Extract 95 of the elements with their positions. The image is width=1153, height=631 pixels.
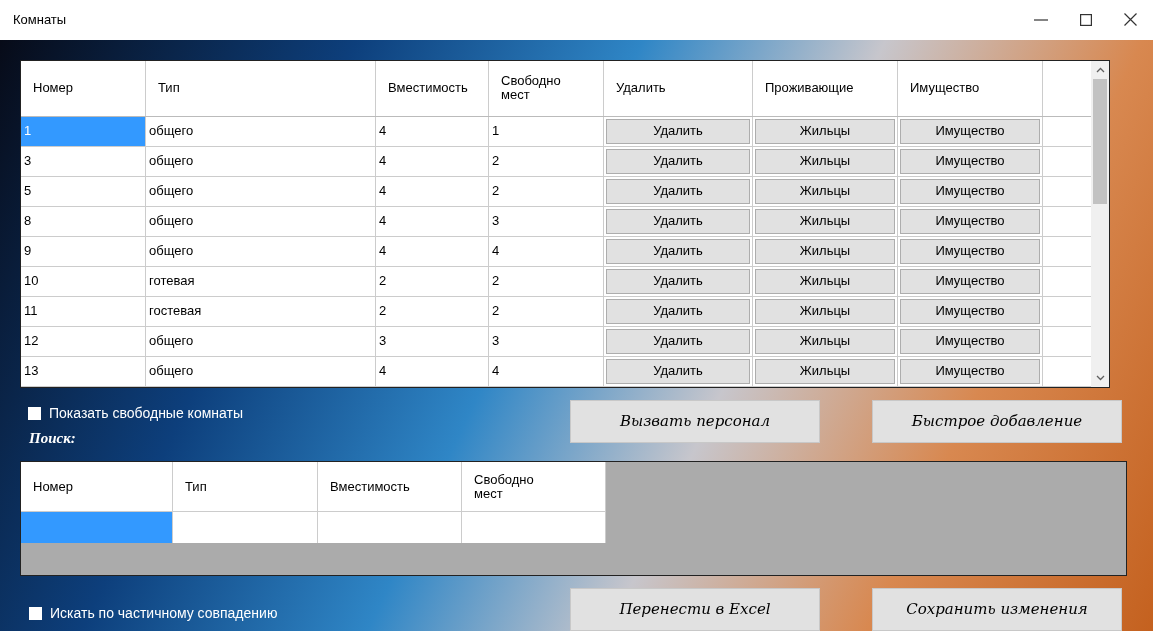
row-button[interactable]: Удалить <box>606 178 750 204</box>
close-icon <box>1124 13 1137 27</box>
minimize-icon <box>1033 18 1048 21</box>
table-cell: 11 <box>21 296 146 326</box>
scroll-up-icon[interactable] <box>1095 66 1105 73</box>
row-button[interactable]: Удалить <box>606 358 750 384</box>
window-title: Комнаты <box>13 11 67 29</box>
table-cell: 2 <box>489 176 604 206</box>
row-button[interactable]: Жильцы <box>755 148 895 174</box>
table-cell: готевая <box>146 266 376 296</box>
table-cell: 4 <box>376 116 489 146</box>
table-cell: 5 <box>21 176 146 206</box>
row-button[interactable]: Удалить <box>606 268 750 294</box>
table-cell: 4 <box>376 146 489 176</box>
row-button[interactable]: Имущество <box>900 358 1040 384</box>
row-button[interactable]: Имущество <box>900 238 1040 264</box>
action-button[interactable]: Сохранить изменения <box>872 588 1122 631</box>
row-button[interactable]: Имущество <box>900 178 1040 204</box>
table-cell: 4 <box>376 206 489 236</box>
column-header: Тип <box>146 60 376 116</box>
row-button[interactable]: Жильцы <box>755 268 895 294</box>
row-button[interactable]: Имущество <box>900 148 1040 174</box>
table-cell: 4 <box>376 356 489 386</box>
table-cell: 3 <box>489 326 604 356</box>
table-cell: 3 <box>21 146 146 176</box>
row-button[interactable]: Жильцы <box>755 328 895 354</box>
table-cell: 2 <box>489 266 604 296</box>
column-header: Номер <box>21 462 173 512</box>
row-button[interactable]: Жильцы <box>755 178 895 204</box>
row-button[interactable]: Жильцы <box>755 208 895 234</box>
column-header: Вместимость <box>318 462 462 512</box>
table-cell: общего <box>146 356 376 386</box>
table-cell: 2 <box>376 266 489 296</box>
column-header: Удалить <box>604 60 753 116</box>
action-button[interactable]: Быстрое добавление <box>872 399 1122 443</box>
table-cell: 4 <box>376 236 489 266</box>
row-button[interactable]: Имущество <box>900 208 1040 234</box>
table-cell: 4 <box>489 236 604 266</box>
row-button[interactable]: Удалить <box>606 238 750 264</box>
row-button[interactable]: Удалить <box>606 208 750 234</box>
row-button[interactable]: Жильцы <box>755 118 895 144</box>
table-cell: 4 <box>489 356 604 386</box>
table-cell: общего <box>146 176 376 206</box>
table-cell: 2 <box>489 296 604 326</box>
table-cell: общего <box>146 326 376 356</box>
row-button[interactable]: Удалить <box>606 328 750 354</box>
row-button[interactable]: Удалить <box>606 148 750 174</box>
action-button[interactable]: Вызвать персонал <box>570 399 820 443</box>
table-cell: 1 <box>489 116 604 146</box>
maximize-icon <box>1079 13 1092 26</box>
row-button[interactable]: Жильцы <box>755 238 895 264</box>
checkbox-label: Искать по частичному совпадению <box>50 604 278 623</box>
row-button[interactable]: Имущество <box>900 328 1040 354</box>
row-button[interactable]: Имущество <box>900 268 1040 294</box>
table-cell: 10 <box>21 266 146 296</box>
table-cell: общего <box>146 236 376 266</box>
row-button[interactable]: Жильцы <box>755 358 895 384</box>
scroll-down-icon[interactable] <box>1095 374 1105 381</box>
table-cell: 3 <box>376 326 489 356</box>
column-header: Имущество <box>898 60 1043 116</box>
row-button[interactable]: Жильцы <box>755 298 895 324</box>
input-cell[interactable] <box>318 512 462 543</box>
checkbox[interactable] <box>29 607 42 620</box>
action-button[interactable]: Перенести в Excel <box>570 588 820 631</box>
column-header: Проживающие <box>753 60 898 116</box>
table-cell: 4 <box>376 176 489 206</box>
table-cell: 12 <box>21 326 146 356</box>
table-cell: гостевая <box>146 296 376 326</box>
checkbox-label: Показать свободные комнаты <box>49 403 243 423</box>
table-cell: 1 <box>21 116 146 146</box>
input-cell[interactable] <box>21 512 173 543</box>
column-header: Свободно мест <box>489 60 604 116</box>
input-cell[interactable] <box>462 512 606 543</box>
table-cell: общего <box>146 146 376 176</box>
search-label: Поиск: <box>29 428 76 448</box>
table-cell: 9 <box>21 236 146 266</box>
column-header: Вместимость <box>376 60 489 116</box>
row-button[interactable]: Удалить <box>606 298 750 324</box>
table-cell: общего <box>146 116 376 146</box>
table-cell: 2 <box>376 296 489 326</box>
row-button[interactable]: Имущество <box>900 118 1040 144</box>
column-header: Номер <box>21 60 146 116</box>
column-header: Свободно мест <box>462 462 606 512</box>
scrollbar[interactable] <box>1091 60 1109 387</box>
table-cell: 3 <box>489 206 604 236</box>
table-cell: 13 <box>21 356 146 386</box>
table-cell: 8 <box>21 206 146 236</box>
column-header: Тип <box>173 462 318 512</box>
scroll-thumb[interactable] <box>1093 78 1107 204</box>
input-cell[interactable] <box>173 512 318 543</box>
table-cell: 2 <box>489 146 604 176</box>
table-cell: общего <box>146 206 376 236</box>
checkbox[interactable] <box>28 406 41 420</box>
row-button[interactable]: Имущество <box>900 298 1040 324</box>
row-button[interactable]: Удалить <box>606 118 750 144</box>
